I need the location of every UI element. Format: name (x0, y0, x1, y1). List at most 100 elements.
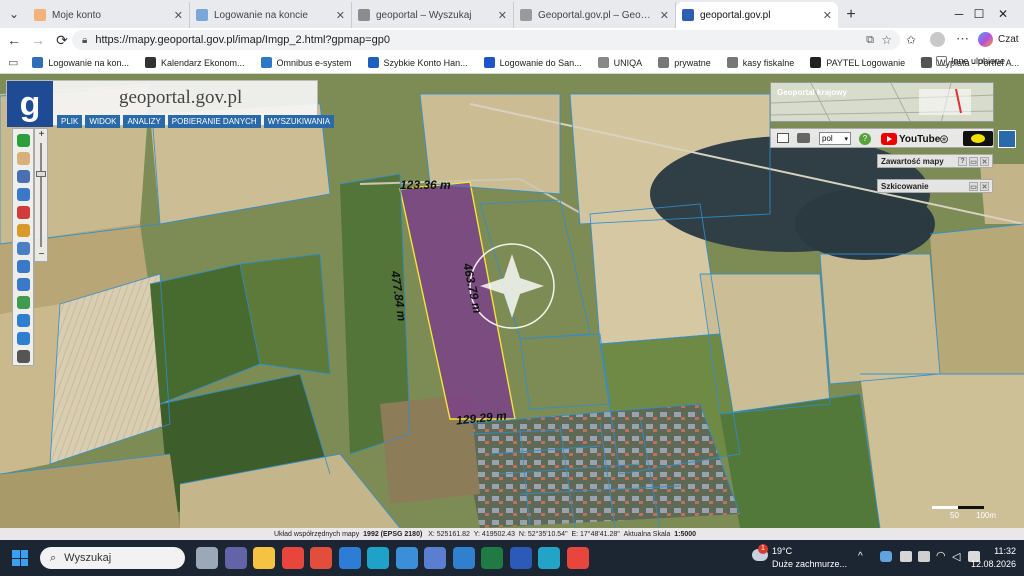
store-icon[interactable] (310, 547, 332, 569)
file-explorer-icon[interactable] (253, 547, 275, 569)
collections-icon[interactable]: ▭ (8, 56, 18, 69)
menu-item[interactable]: PLIK (57, 115, 83, 128)
language-select[interactable]: pol ▾ (819, 132, 851, 145)
onedrive-icon[interactable] (452, 547, 475, 569)
back-button[interactable]: ← (2, 28, 26, 52)
forward-button[interactable]: → (26, 28, 50, 52)
other-favorites[interactable]: Inne ulubione (936, 56, 1005, 66)
overview-map[interactable]: Geoportal krajowy (770, 82, 994, 122)
accessibility-icon[interactable]: ⊛ (939, 132, 949, 146)
clock-time[interactable]: 11:32 (976, 546, 1016, 556)
measure-icon[interactable] (17, 242, 30, 255)
new-tab-button[interactable]: + (838, 2, 864, 28)
info-icon[interactable] (17, 134, 30, 147)
copilot-label[interactable]: Czat (998, 34, 1019, 45)
copilot-icon[interactable] (978, 32, 993, 47)
favorite-link[interactable]: Kalendarz Ekonom... (144, 57, 245, 68)
favorite-star-icon[interactable]: ☆ (881, 33, 892, 47)
tab-actions-chevron-icon[interactable]: ⌄ (0, 0, 28, 28)
taskbar-search[interactable]: ⌕ Wyszukaj (40, 547, 185, 569)
print-icon[interactable] (797, 133, 810, 143)
forward-arrow-icon[interactable] (17, 332, 30, 345)
browser-tab[interactable]: geoportal – Wyszukaj ✕ (352, 2, 514, 28)
url-field[interactable]: 🔒︎ https://mapy.geoportal.gov.pl/imap/Im… (72, 30, 900, 50)
legend-icon[interactable] (777, 133, 789, 143)
zoom-slider[interactable]: + − (34, 128, 48, 262)
minimize-icon[interactable]: ▭ (969, 157, 978, 166)
favorite-link[interactable]: PAYTEL Logowanie (810, 57, 905, 68)
start-button[interactable] (12, 550, 28, 566)
browser-tab[interactable]: Moje konto ✕ (28, 2, 190, 28)
pencil-icon[interactable] (17, 224, 30, 237)
wifi-icon[interactable]: ◠ (936, 549, 946, 562)
close-tab-icon[interactable]: ✕ (660, 9, 669, 22)
favorite-link[interactable]: UNIQA (597, 57, 642, 68)
excel-icon[interactable] (481, 547, 503, 569)
close-window-button[interactable]: ✕ (982, 0, 1024, 28)
close-tab-icon[interactable]: ✕ (498, 9, 507, 22)
favorite-link[interactable]: Omnibus e-system (260, 57, 352, 68)
favorite-link[interactable]: Logowanie na kon... (32, 57, 129, 68)
hand-icon[interactable] (17, 152, 30, 165)
favorite-link[interactable]: Szybkie Konto Han... (367, 57, 468, 68)
weather-temp[interactable]: 19°C (772, 546, 792, 556)
help-icon[interactable]: ? (958, 157, 967, 166)
favorite-link[interactable]: Logowanie do San... (483, 57, 582, 68)
more-menu-icon[interactable]: ⋯ (956, 31, 969, 47)
favorite-link[interactable]: kasy fiskalne (726, 57, 794, 68)
full-extent-icon[interactable] (17, 350, 30, 363)
tray-keyboard-icon[interactable] (918, 551, 930, 562)
app-icon[interactable] (424, 547, 446, 569)
teams-icon[interactable] (224, 547, 247, 569)
chrome-profile-icon[interactable] (566, 547, 589, 569)
close-icon[interactable]: ✕ (980, 157, 989, 166)
zoom-out-button[interactable]: − (36, 249, 47, 260)
favorites-more-chevron-icon[interactable]: › (920, 55, 924, 67)
select-area-icon[interactable] (17, 188, 30, 201)
youtube-link[interactable]: YouTube (881, 132, 940, 146)
favorite-link[interactable]: prywatne (658, 57, 711, 68)
word-icon[interactable] (509, 547, 532, 569)
zoom-handle[interactable] (36, 171, 46, 177)
minimize-icon[interactable]: ▭ (969, 182, 978, 191)
favorites-list-icon[interactable]: ✩ (906, 33, 916, 47)
browser-tab[interactable]: Logowanie na koncie ✕ (190, 2, 352, 28)
zoom-in-button[interactable]: + (36, 129, 47, 140)
erase-selection-icon[interactable] (17, 206, 30, 219)
browser-tab[interactable]: Geoportal.gov.pl – Geoportal Infra ✕ (514, 2, 676, 28)
weather-desc[interactable]: Duże zachmurze... (772, 559, 847, 569)
clock-date[interactable]: 12.08.2026 (956, 559, 1016, 569)
task-view-icon[interactable] (196, 547, 218, 569)
close-tab-icon[interactable]: ✕ (823, 9, 832, 22)
split-screen-icon[interactable]: ⧉ (866, 34, 874, 47)
close-tab-icon[interactable]: ✕ (174, 9, 183, 22)
browser-tab[interactable]: geoportal.gov.pl ✕ (676, 2, 838, 28)
profile-avatar[interactable] (930, 32, 945, 47)
map-view[interactable]: 123.36 m 477.84 m 463.79 m 129.29 m g ge… (0, 74, 1024, 528)
menu-item[interactable]: ANALIZY (123, 115, 165, 128)
menu-item[interactable]: WYSZUKIWANIA (263, 115, 335, 128)
menu-item[interactable]: POBIERANIE DANYCH (167, 115, 261, 128)
tray-app-icon[interactable] (880, 551, 892, 562)
sketching-panel[interactable]: Szkicowanie ▭ ✕ (877, 179, 993, 193)
contrast-toggle[interactable] (963, 131, 993, 146)
zoom-in-icon[interactable] (17, 260, 30, 273)
help-icon[interactable]: ? (859, 133, 871, 145)
chrome-icon[interactable] (281, 547, 304, 569)
tray-device-icon[interactable] (900, 551, 912, 562)
back-arrow-icon[interactable] (17, 314, 30, 327)
globe-icon[interactable] (17, 296, 30, 309)
photos-icon[interactable] (338, 547, 361, 569)
browser-icon[interactable] (395, 547, 418, 569)
geoportal-logo[interactable]: g (7, 81, 53, 127)
document-icon[interactable] (17, 170, 30, 183)
zoom-out-icon[interactable] (17, 278, 30, 291)
menu-item[interactable]: WIDOK (85, 115, 121, 128)
map-contents-panel[interactable]: Zawartość mapy ? ▭ ✕ (877, 154, 993, 168)
panel-toggle-eye-icon[interactable] (998, 130, 1016, 148)
tray-chevron-icon[interactable]: ^ (858, 551, 863, 562)
close-tab-icon[interactable]: ✕ (336, 9, 345, 22)
edge-icon[interactable] (367, 547, 389, 569)
refresh-button[interactable]: ⟳ (50, 28, 74, 52)
edge-active-icon[interactable] (538, 547, 560, 569)
